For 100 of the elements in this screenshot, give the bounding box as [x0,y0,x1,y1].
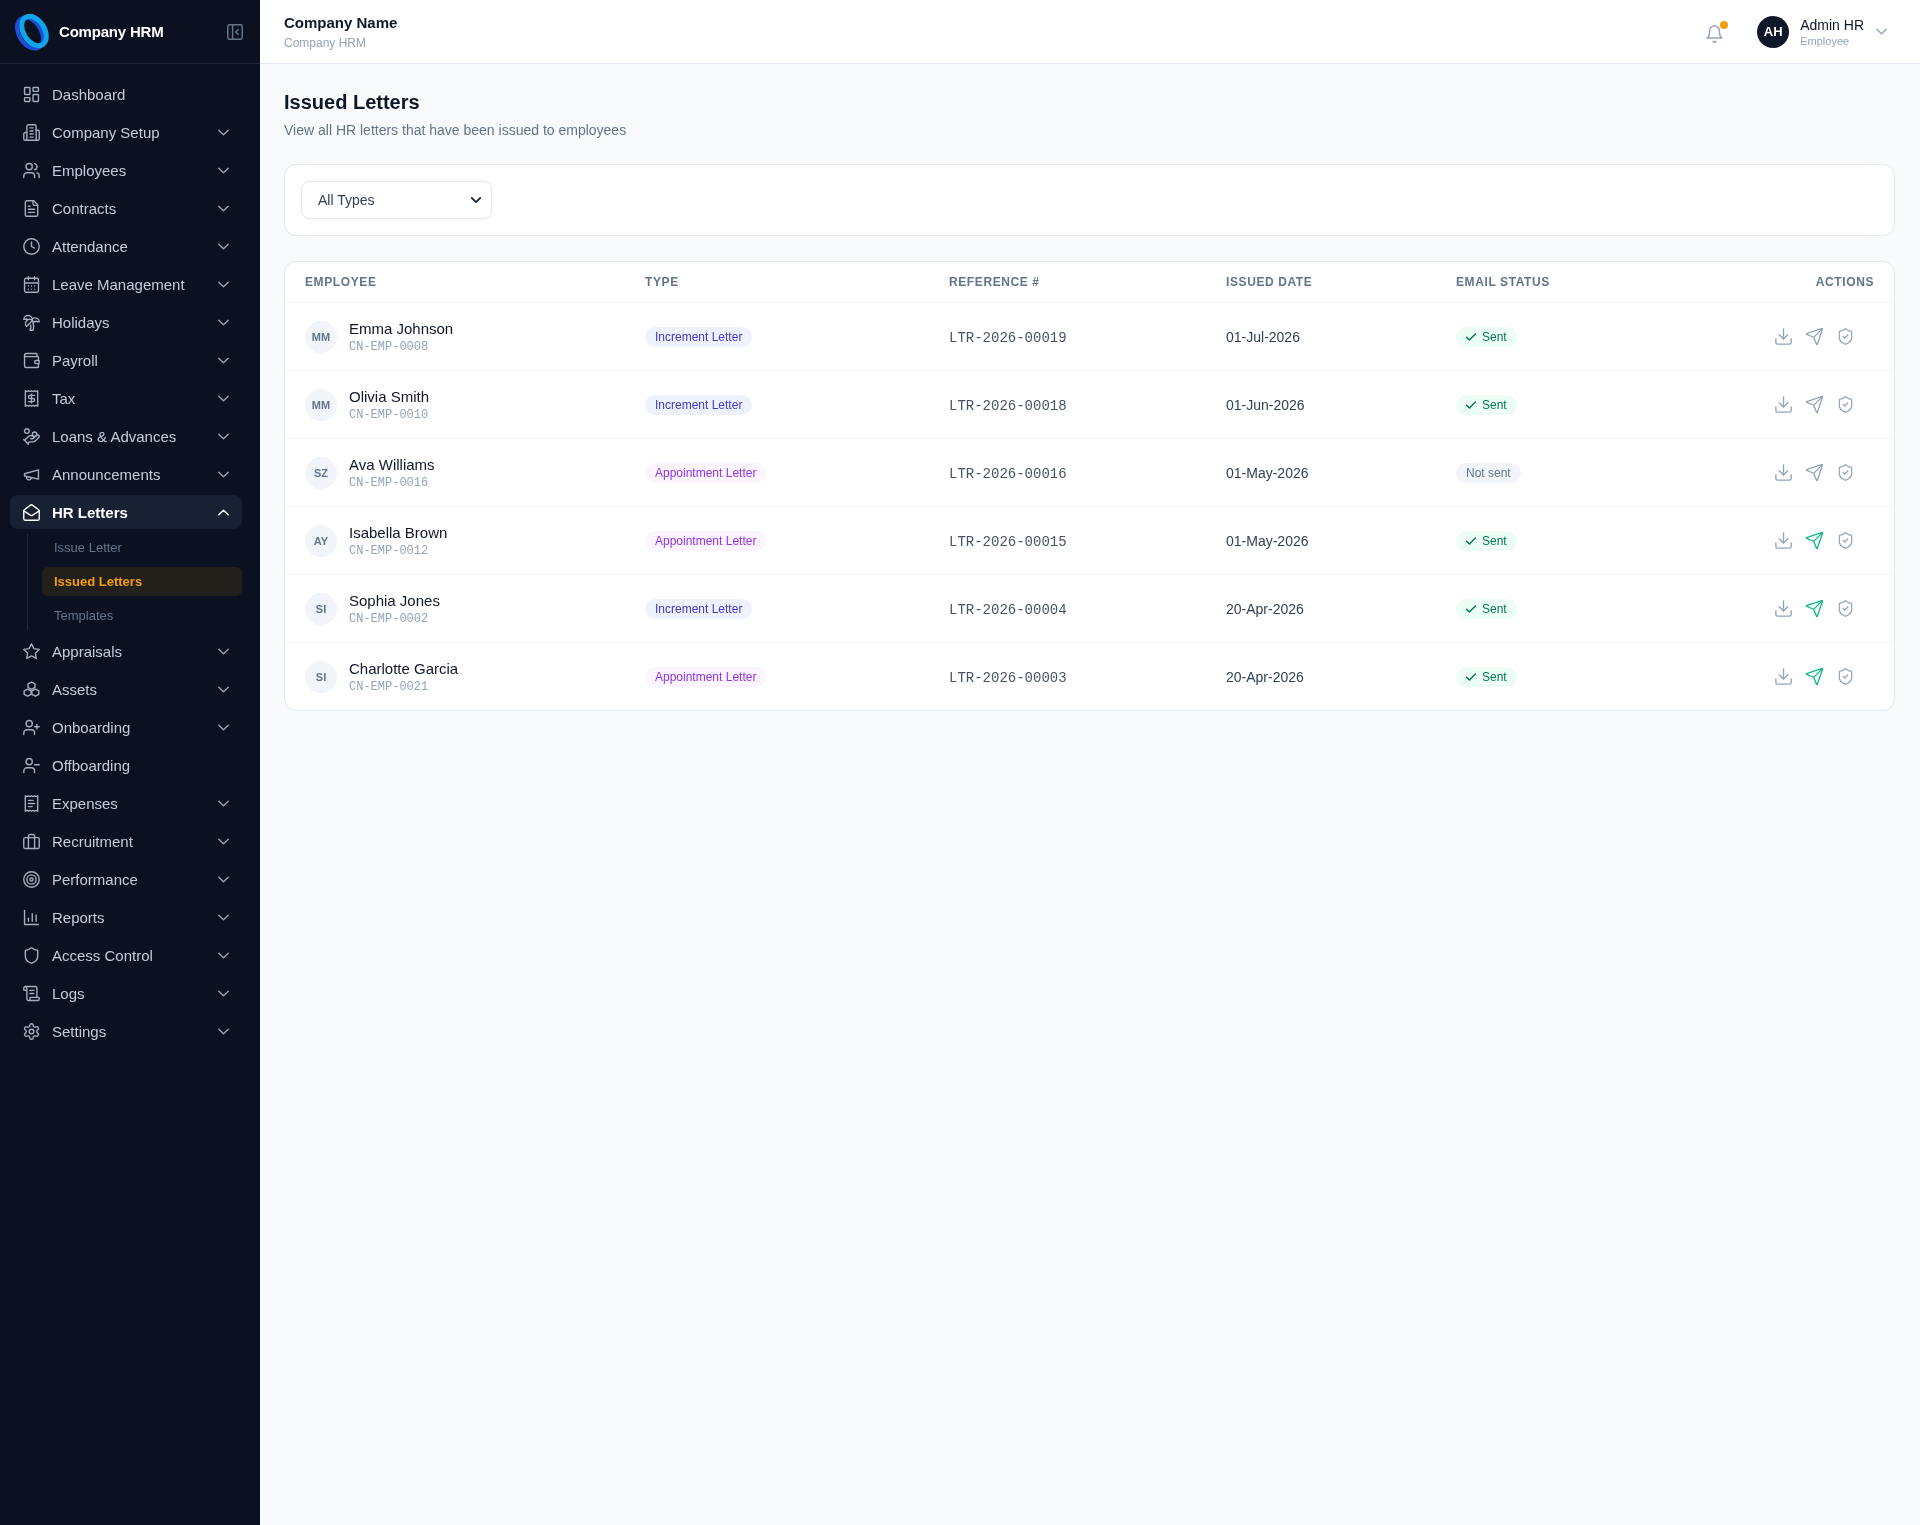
page-title: Issued Letters [284,90,421,115]
email-status-text: Sent [1482,329,1507,344]
building-icon [23,123,40,141]
shield-check-icon [1837,328,1854,345]
company-name: Company Name [284,12,398,33]
nav-item[interactable]: Leave Management [10,267,242,301]
employee-code: CN-EMP-0002 [349,610,430,627]
employee-avatar: SZ [305,456,337,489]
employee-name: Charlotte Garcia [349,658,459,679]
issued-date: 01-May-2026 [1226,464,1309,481]
nav-subitem[interactable]: Issued Letters [42,567,242,596]
employee-avatar: SI [305,592,337,625]
check-icon [1466,536,1476,545]
user-name: Admin HR [1800,15,1864,34]
letter-type-badge: Increment Letter [645,394,753,415]
nav-item[interactable]: Payroll [10,343,242,377]
chevron-down-icon [471,197,481,203]
nav-item[interactable]: Reports [10,900,242,934]
user-role: Employee [1800,33,1851,48]
check-icon [1466,332,1476,341]
employee-code: CN-EMP-0021 [349,678,430,695]
nav-item[interactable]: Tax [10,381,242,415]
employee-code: CN-EMP-0008 [349,338,430,355]
nav-item[interactable]: Recruitment [10,824,242,858]
reference-number: LTR-2026-00003 [949,669,1067,686]
user-avatar: AH [1757,15,1790,48]
issued-date: 01-Jul-2026 [1226,328,1300,345]
bell-icon [1706,24,1724,43]
document-icon [23,199,40,217]
nav-item[interactable]: Holidays [10,305,242,339]
column-header: EMAIL STATUS [1456,275,1551,289]
nav-subitem[interactable]: Templates [42,601,242,630]
employee-name: Emma Johnson [349,318,454,339]
chevron-down-icon [1876,28,1887,35]
email-status-text: Sent [1482,669,1507,684]
receipt-icon [23,794,40,812]
shield-check-icon [1837,668,1854,685]
dollar-receipt-icon [23,389,40,407]
employee-name: Ava Williams [349,454,435,475]
nav-subitem[interactable]: Issue Letter [42,533,242,562]
nav-item[interactable]: Settings [10,1014,242,1048]
employee-code: CN-EMP-0016 [349,474,430,491]
shield-check-icon [1837,464,1854,481]
bar-chart-icon [23,908,40,926]
settings-icon [23,1022,40,1040]
letter-type-badge: Appointment Letter [645,666,767,687]
user-menu-button[interactable] [1876,28,1887,35]
envelope-open-icon [23,503,40,521]
issued-date: 20-Apr-2026 [1226,668,1304,685]
issued-date: 20-Apr-2026 [1226,600,1304,617]
employee-code: CN-EMP-0010 [349,406,430,423]
employee-avatar: MM [305,320,337,353]
letter-type-badge: Increment Letter [645,598,753,619]
employee-avatar: MM [305,388,337,421]
nav-item[interactable]: Logs [10,976,242,1010]
employee-name: Sophia Jones [349,590,440,611]
page-subtitle: View all HR letters that have been issued to employees [284,121,628,140]
nav-item[interactable]: Contracts [10,191,242,225]
nav-item[interactable]: Dashboard [10,77,242,111]
clock-icon [23,237,40,255]
column-header: ACTIONS [1815,275,1874,289]
nav-item[interactable]: Attendance [10,229,242,263]
nav-item[interactable]: Offboarding [10,748,242,782]
column-header: REFERENCE # [949,275,1041,289]
nav-item[interactable]: Onboarding [10,710,242,744]
target-icon [23,870,40,888]
employee-avatar: SI [305,660,337,693]
email-status-text: Sent [1482,397,1507,412]
user-minus-icon [23,756,40,774]
shield-icon [23,946,40,964]
letter-type-badge: Appointment Letter [645,462,767,483]
notifications-button[interactable] [1706,20,1729,43]
nav-item[interactable]: Employees [10,153,242,187]
nav-item[interactable]: Announcements [10,457,242,491]
reference-number: LTR-2026-00015 [949,533,1067,550]
letter-type-dropdown[interactable]: All Types [301,181,492,219]
reference-number: LTR-2026-00018 [949,397,1067,414]
nav-item[interactable]: Appraisals [10,634,242,668]
check-icon [1466,672,1476,681]
check-icon [1466,604,1476,613]
nav-item[interactable]: HR Letters [10,495,242,529]
shield-check-icon [1837,532,1854,549]
download-icon [1775,396,1792,413]
column-header: TYPE [645,275,680,289]
nav-item[interactable]: Performance [10,862,242,896]
nav-item[interactable]: Access Control [10,938,242,972]
check-icon [1466,400,1476,409]
nav-item[interactable]: Loans & Advances [10,419,242,453]
collapse-sidebar-button[interactable] [227,23,243,40]
employee-code: CN-EMP-0012 [349,542,430,559]
email-status-text: Sent [1482,533,1507,548]
nav-item[interactable]: Company Setup [10,115,242,149]
nav-item[interactable]: Expenses [10,786,242,820]
brand-name: Company HRM [59,23,164,40]
user-plus-icon [23,718,40,736]
shield-check-icon [1837,396,1854,413]
calendar-icon [23,275,40,293]
nav-item[interactable]: Assets [10,672,242,706]
panel-collapse-icon [227,23,243,40]
letter-type-badge: Appointment Letter [645,530,767,551]
